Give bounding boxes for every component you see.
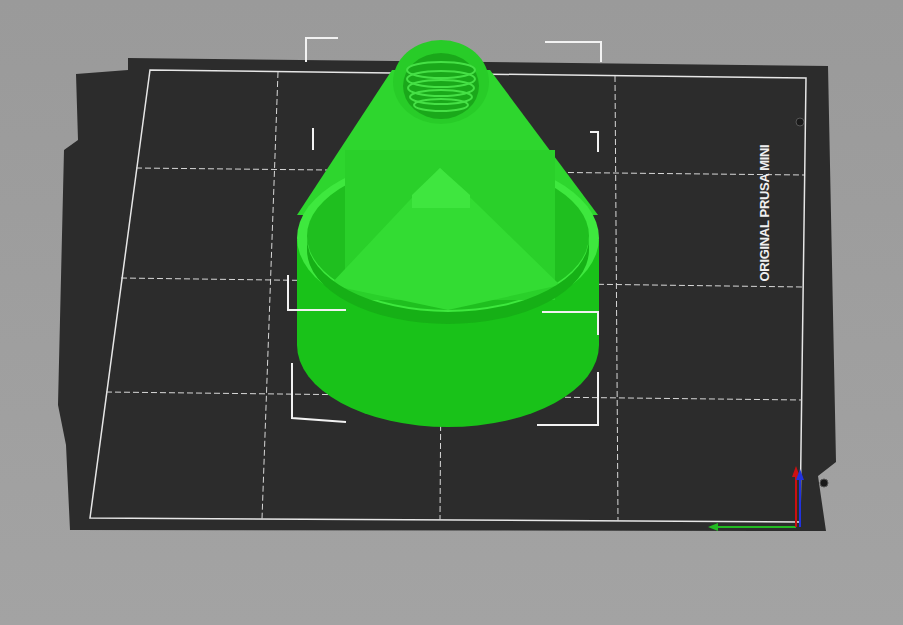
model-object[interactable] — [297, 40, 599, 427]
selection-bounding-box — [288, 38, 601, 425]
scene[interactable] — [0, 0, 903, 625]
print-area — [90, 70, 806, 522]
axes-icon — [708, 466, 804, 531]
bed-label: ORIGINAL PRUSA MINI — [755, 145, 775, 282]
print-bed — [58, 58, 836, 531]
3d-viewport[interactable]: ORIGINAL PRUSA MINI — [0, 0, 903, 625]
